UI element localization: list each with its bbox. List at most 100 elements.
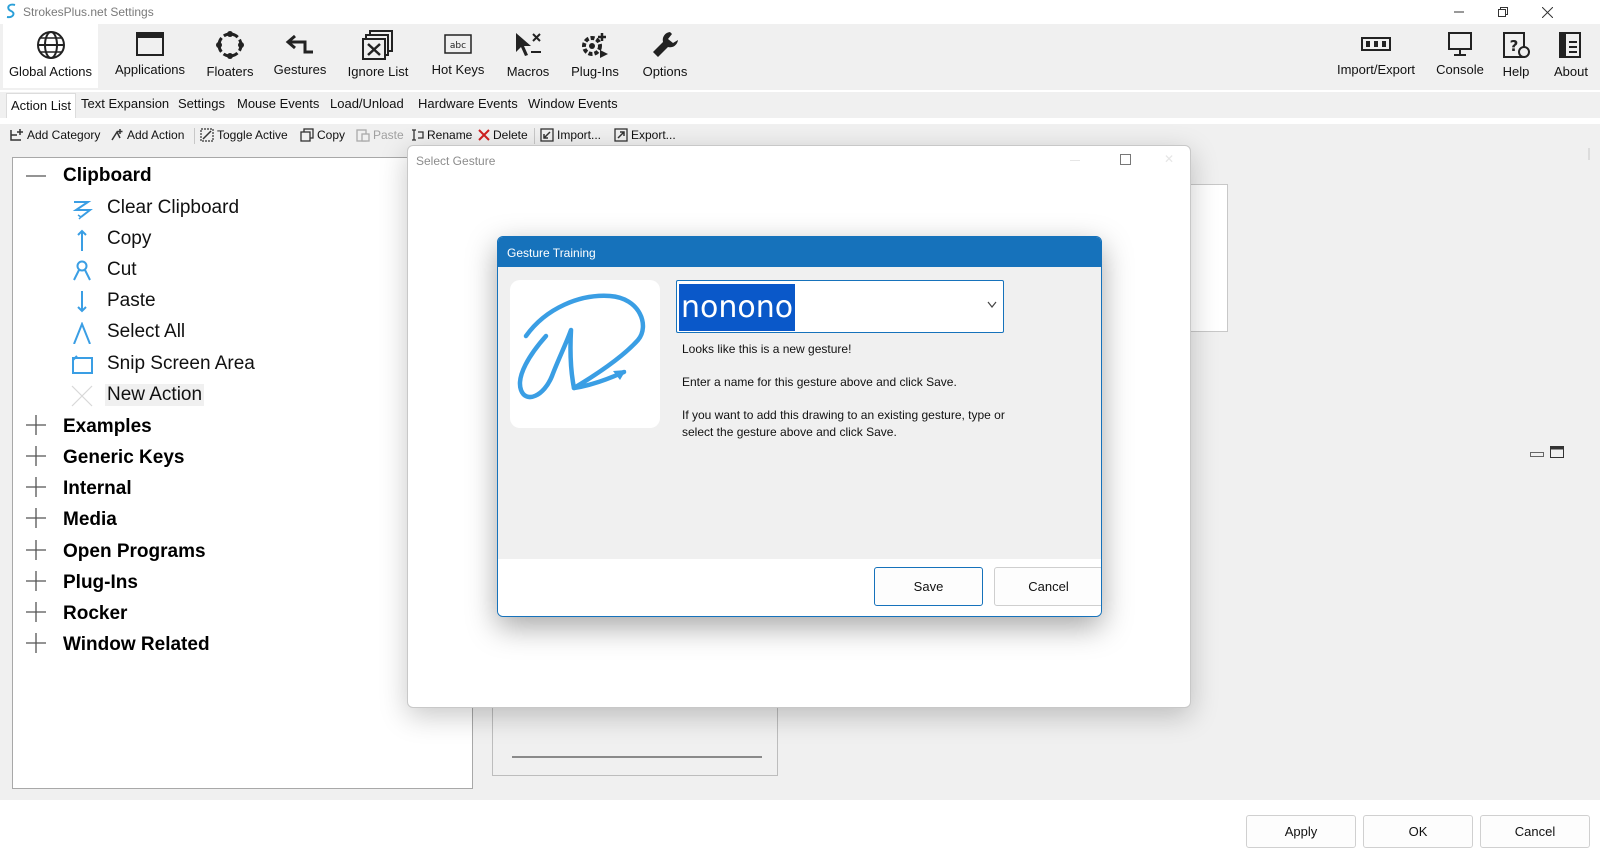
cancel-button[interactable]: Cancel — [994, 567, 1101, 606]
macro-wand-icon — [516, 33, 541, 56]
tree-category-window-related[interactable]: Window Related — [63, 634, 210, 656]
ribbon-label: Plug-Ins — [571, 64, 619, 79]
existing-gesture-message-line2: select the gesture above and click Save. — [682, 425, 897, 439]
ok-button[interactable]: OK — [1363, 815, 1473, 848]
footer — [0, 800, 1600, 860]
tree-category-examples[interactable]: Examples — [63, 416, 152, 438]
tab-load-unload[interactable]: Load/Unload — [330, 96, 404, 111]
ribbon: Global Actions Applications Floaters Ges… — [0, 24, 1600, 90]
ribbon-hot-keys[interactable]: abc Hot Keys — [425, 24, 491, 88]
expand-icon[interactable] — [26, 508, 46, 528]
ribbon-import-export[interactable]: Import/Export — [1330, 24, 1422, 88]
apply-button[interactable]: Apply — [1246, 815, 1356, 848]
tree-item-cut[interactable]: Cut — [107, 259, 137, 281]
tree-category-rocker[interactable]: Rocker — [63, 603, 127, 625]
export-button[interactable]: Export... — [614, 128, 676, 142]
window-icon — [136, 32, 164, 56]
close-button[interactable] — [1525, 0, 1569, 24]
ribbon-help[interactable]: ? Help — [1496, 24, 1536, 88]
expand-icon[interactable] — [26, 540, 46, 560]
toolbar-separator — [534, 128, 535, 144]
ribbon-label: Floaters — [206, 64, 254, 79]
expand-icon[interactable] — [26, 415, 46, 435]
toolbar-label: Add Action — [127, 128, 185, 142]
copy-button[interactable]: Copy — [300, 128, 345, 142]
new-gesture-message: Looks like this is a new gesture! — [682, 342, 852, 356]
expand-icon[interactable] — [26, 602, 46, 622]
tree-item-copy[interactable]: Copy — [107, 228, 151, 250]
tree-category-open-programs[interactable]: Open Programs — [63, 541, 206, 563]
rename-button[interactable]: Rename — [410, 128, 472, 142]
tree-category-media[interactable]: Media — [63, 509, 117, 531]
tree-item-snip-screen-area[interactable]: Snip Screen Area — [107, 353, 255, 375]
tree-category-internal[interactable]: Internal — [63, 478, 132, 500]
minimize-button[interactable] — [1437, 0, 1481, 24]
drawn-gesture-stroke — [517, 293, 646, 400]
toolbar-label: Paste — [373, 128, 404, 142]
save-button[interactable]: Save — [874, 567, 983, 606]
ribbon-macros[interactable]: Macros — [500, 24, 556, 88]
tree-item-clear-clipboard[interactable]: Clear Clipboard — [107, 197, 239, 219]
add-action-button[interactable]: Add Action — [110, 128, 184, 142]
collapse-icon[interactable] — [26, 166, 46, 186]
gesture-name-value[interactable]: nonono — [679, 284, 796, 331]
tree-item-select-all[interactable]: Select All — [107, 321, 185, 343]
rename-icon — [412, 129, 424, 141]
tree-category-clipboard[interactable]: Clipboard — [63, 165, 152, 187]
existing-gesture-message-line1: If you want to add this drawing to an ex… — [682, 408, 1005, 422]
ribbon-label: Help — [1502, 64, 1530, 79]
script-editor-box — [492, 700, 778, 776]
tree-category-generic-keys[interactable]: Generic Keys — [63, 447, 184, 469]
ribbon-applications[interactable]: Applications — [108, 24, 192, 88]
expand-icon[interactable] — [26, 633, 46, 653]
footer-cancel-button[interactable]: Cancel — [1480, 815, 1590, 848]
maximize-panel-icon[interactable] — [1550, 446, 1564, 458]
import-button[interactable]: Import... — [540, 128, 601, 142]
ribbon-global-actions[interactable]: Global Actions — [3, 24, 98, 88]
minimize-icon[interactable] — [1070, 160, 1080, 161]
ribbon-gestures[interactable]: Gestures — [268, 24, 332, 88]
ribbon-label: Import/Export — [1336, 62, 1416, 77]
ribbon-ignore-list[interactable]: Ignore List — [340, 24, 416, 88]
tab-hardware-events[interactable]: Hardware Events — [418, 96, 518, 111]
toolbar-label: Delete — [493, 128, 528, 142]
ribbon-about[interactable]: About — [1546, 24, 1596, 88]
maximize-icon[interactable] — [1120, 154, 1131, 165]
ribbon-label: Ignore List — [347, 64, 409, 79]
select-gesture-title: Select Gesture — [416, 154, 496, 168]
expand-icon[interactable] — [26, 571, 46, 591]
toolbar-label: Rename — [427, 128, 473, 142]
tab-action-list[interactable]: Action List — [6, 93, 76, 118]
delete-button[interactable]: Delete — [478, 128, 528, 142]
ribbon-label: Options — [642, 64, 688, 79]
tab-settings[interactable]: Settings — [178, 96, 225, 111]
action-tree[interactable]: Clipboard Clear Clipboard Copy Cut Paste… — [12, 157, 473, 789]
tree-category-plug-ins[interactable]: Plug-Ins — [63, 572, 138, 594]
tree-item-new-action[interactable]: New Action — [105, 384, 205, 406]
paste-button[interactable]: Paste — [356, 128, 404, 142]
tab-strip: Action List Text Expansion Settings Mous… — [0, 92, 1600, 118]
expand-icon[interactable] — [26, 446, 46, 466]
add-category-button[interactable]: Add Category — [9, 128, 100, 142]
tab-mouse-events[interactable]: Mouse Events — [237, 96, 319, 111]
minimize-panel-icon[interactable] — [1530, 446, 1544, 458]
gesture-training-dialog: Gesture Training nonono Looks like this … — [497, 236, 1102, 617]
ribbon-console[interactable]: Console — [1432, 24, 1488, 88]
scrollbar-line[interactable] — [512, 756, 762, 758]
ribbon-options[interactable]: Options — [634, 24, 696, 88]
chevron-down-icon[interactable] — [987, 301, 997, 309]
ribbon-plug-ins[interactable]: Plug-Ins — [565, 24, 625, 88]
ribbon-label: Applications — [114, 62, 186, 77]
tab-text-expansion[interactable]: Text Expansion — [81, 96, 169, 111]
window-title: StrokesPlus.net Settings — [23, 5, 154, 19]
tab-window-events[interactable]: Window Events — [528, 96, 618, 111]
toggle-active-button[interactable]: Toggle Active — [200, 128, 288, 142]
gesture-name-combobox[interactable]: nonono — [676, 280, 1004, 333]
close-icon[interactable]: ✕ — [1164, 152, 1174, 166]
tree-item-paste[interactable]: Paste — [107, 290, 156, 312]
expand-icon[interactable] — [26, 477, 46, 497]
restore-button[interactable] — [1481, 0, 1525, 24]
vertical-scroll-indicator[interactable] — [1588, 148, 1590, 788]
toggle-active-icon — [200, 128, 214, 142]
ribbon-floaters[interactable]: Floaters — [200, 24, 260, 88]
